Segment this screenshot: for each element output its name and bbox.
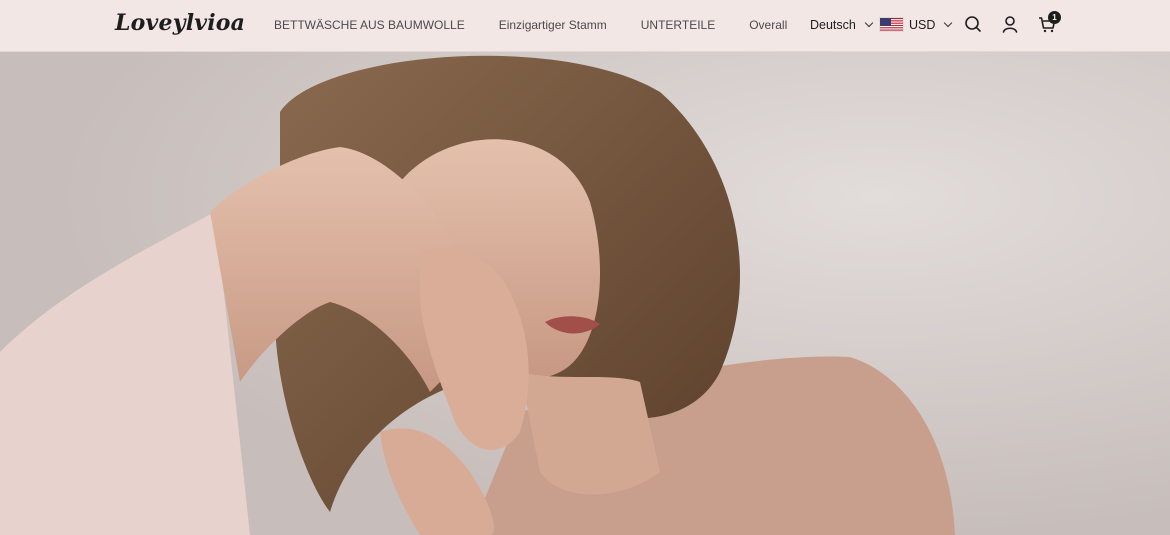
language-label: Deutsch xyxy=(810,18,856,32)
cart-count-badge: 1 xyxy=(1048,11,1061,24)
hero-banner-image[interactable] xyxy=(0,52,1170,535)
chevron-down-icon xyxy=(864,18,874,28)
user-account-icon[interactable] xyxy=(1000,14,1022,36)
search-icon[interactable] xyxy=(963,14,985,36)
nav-item-overall[interactable]: Overall xyxy=(749,18,787,32)
cart-icon[interactable]: 1 xyxy=(1037,11,1061,36)
nav-item-cotton-bedding[interactable]: BETTWÄSCHE AUS BAUMWOLLE xyxy=(274,18,465,32)
brand-logo[interactable]: Loveylvioa xyxy=(115,10,245,36)
currency-label: USD xyxy=(909,17,936,32)
nav-item-bottoms[interactable]: UNTERTEILE xyxy=(641,18,715,32)
language-selector[interactable]: Deutsch xyxy=(810,18,874,32)
main-nav: BETTWÄSCHE AUS BAUMWOLLE Einzigartiger S… xyxy=(274,18,821,32)
site-header: Loveylvioa BETTWÄSCHE AUS BAUMWOLLE Einz… xyxy=(0,0,1170,52)
currency-selector[interactable]: USD xyxy=(879,17,953,32)
hero-photo xyxy=(0,52,1170,535)
chevron-down-icon xyxy=(944,18,953,27)
us-flag-icon xyxy=(879,17,904,32)
nav-item-unique-tribe[interactable]: Einzigartiger Stamm xyxy=(499,18,607,32)
